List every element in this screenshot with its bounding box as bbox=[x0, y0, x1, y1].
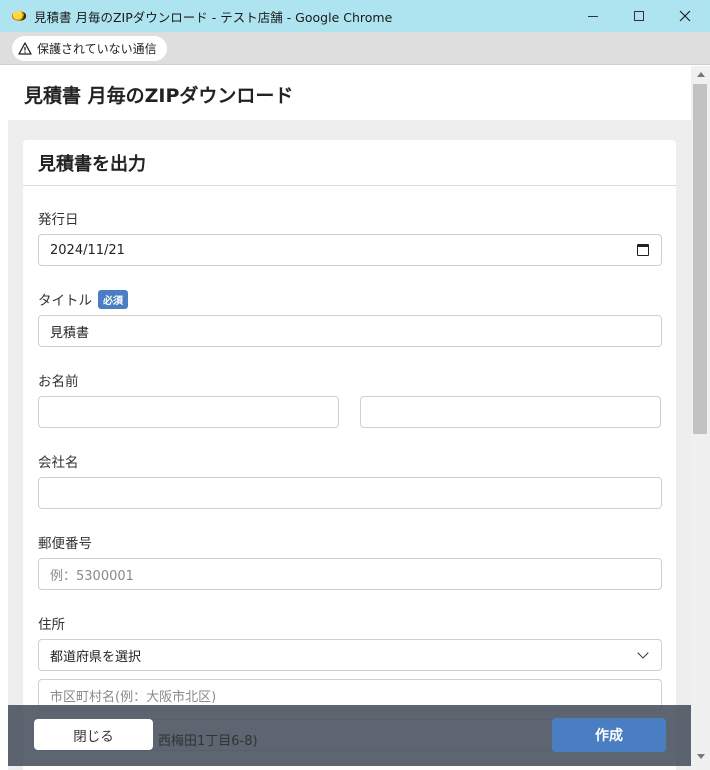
minimize-button[interactable] bbox=[570, 0, 616, 32]
address-label-text: 住所 bbox=[38, 617, 65, 633]
postal-label-text: 郵便番号 bbox=[38, 536, 92, 552]
security-indicator[interactable]: 保護されていない通信 bbox=[12, 36, 167, 61]
warning-triangle-icon bbox=[18, 42, 32, 55]
estimate-form-card: 見積書を出力 発行日 2024/11/21 タイトル 必須 見積書 お名前 会社… bbox=[23, 140, 676, 770]
city-placeholder: 市区町村名(例：大阪市北区) bbox=[50, 689, 217, 705]
window-titlebar: 見積書 月毎のZIPダウンロード - テスト店舗 - Google Chrome bbox=[0, 0, 710, 32]
name-label: お名前 bbox=[38, 370, 79, 390]
security-text: 保護されていない通信 bbox=[37, 42, 157, 56]
close-button[interactable]: 閉じる bbox=[34, 719, 153, 750]
required-badge: 必須 bbox=[98, 289, 128, 309]
title-value: 見積書 bbox=[50, 325, 90, 341]
prefecture-select[interactable]: 都道府県を選択 bbox=[38, 639, 662, 671]
window-title: 見積書 月毎のZIPダウンロード - テスト店舗 - Google Chrome bbox=[34, 9, 393, 25]
company-label: 会社名 bbox=[38, 451, 79, 471]
issue-date-input[interactable]: 2024/11/21 bbox=[38, 234, 662, 266]
scroll-thumb[interactable] bbox=[693, 84, 707, 434]
name-label-text: お名前 bbox=[38, 374, 79, 390]
page-viewport: 見積書 月毎のZIPダウンロード 見積書を出力 発行日 2024/11/21 タ… bbox=[8, 66, 691, 770]
scroll-down-arrow-icon[interactable] bbox=[697, 754, 705, 759]
close-window-button[interactable] bbox=[662, 0, 708, 32]
action-bar: 西梅田1丁目6-8) 閉じる 作成 bbox=[8, 705, 691, 766]
postal-label: 郵便番号 bbox=[38, 532, 92, 552]
address-label: 住所 bbox=[38, 613, 65, 633]
address-bar: 保護されていない通信 bbox=[0, 32, 710, 65]
close-icon bbox=[679, 10, 691, 22]
card-divider bbox=[23, 185, 676, 186]
prefecture-selected: 都道府県を選択 bbox=[50, 649, 142, 665]
scroll-up-arrow-icon[interactable] bbox=[697, 72, 705, 77]
street-placeholder-peek: 西梅田1丁目6-8) bbox=[158, 734, 258, 749]
issue-date-label: 発行日 bbox=[38, 208, 79, 228]
create-button[interactable]: 作成 bbox=[552, 718, 666, 752]
page-scrollbar[interactable] bbox=[691, 66, 710, 770]
last-name-input[interactable] bbox=[38, 396, 339, 428]
title-label: タイトル 必須 bbox=[38, 289, 128, 309]
postal-code-input[interactable]: 例：5300001 bbox=[38, 558, 662, 590]
company-label-text: 会社名 bbox=[38, 455, 79, 471]
app-coin-icon bbox=[12, 11, 26, 21]
issue-date-label-text: 発行日 bbox=[38, 212, 79, 228]
postal-placeholder: 例：5300001 bbox=[50, 568, 134, 584]
title-label-text: タイトル bbox=[38, 293, 92, 309]
first-name-input[interactable] bbox=[360, 396, 661, 428]
page-title: 見積書 月毎のZIPダウンロード bbox=[24, 85, 294, 107]
card-title: 見積書を出力 bbox=[38, 154, 146, 175]
minimize-icon bbox=[588, 15, 598, 17]
company-input[interactable] bbox=[38, 477, 662, 509]
maximize-button[interactable] bbox=[616, 0, 662, 32]
page-header: 見積書 月毎のZIPダウンロード bbox=[8, 66, 691, 120]
calendar-icon[interactable] bbox=[637, 244, 649, 256]
chevron-down-icon bbox=[637, 647, 649, 659]
title-input[interactable]: 見積書 bbox=[38, 315, 662, 347]
maximize-icon bbox=[634, 11, 644, 21]
issue-date-value: 2024/11/21 bbox=[50, 242, 125, 258]
